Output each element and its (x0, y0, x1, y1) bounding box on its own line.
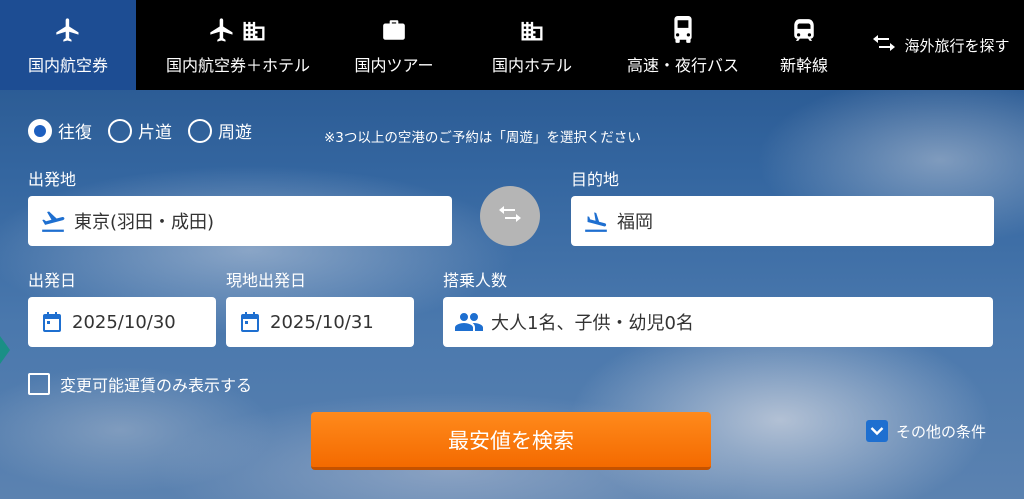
radio-label: 周遊 (218, 123, 252, 143)
tab-label: 国内航空券 (27, 56, 108, 75)
tab-shinkansen[interactable]: 新幹線 (750, 0, 858, 90)
destination-label: 目的地 (571, 170, 620, 189)
departure-date-label: 出発日 (28, 271, 77, 290)
landing-icon (583, 209, 609, 233)
destination-input[interactable]: 福岡 (571, 196, 994, 246)
suitcase-icon (381, 14, 407, 46)
tab-domestic-flights[interactable]: 国内航空券 (0, 0, 136, 90)
people-icon (455, 311, 483, 333)
departure-date-input[interactable]: 2025/10/30 (28, 297, 216, 347)
swap-arrows-icon (498, 204, 522, 228)
tab-label: 国内ツアー (354, 56, 434, 75)
departure-input[interactable]: 東京(羽田・成田) (28, 196, 452, 246)
swap-route-button[interactable] (480, 186, 540, 246)
train-icon (791, 14, 817, 46)
calendar-icon (238, 310, 262, 334)
departure-date-value: 2025/10/30 (72, 311, 176, 333)
hotel-icon (518, 14, 546, 46)
chevron-down-icon (866, 420, 888, 442)
return-date-input[interactable]: 2025/10/31 (226, 297, 414, 347)
tab-label: 国内航空券＋ホテル (165, 56, 310, 75)
tab-flight-hotel[interactable]: 国内航空券＋ホテル (136, 0, 340, 90)
radio-multi-city[interactable]: 周遊 (188, 118, 252, 143)
tab-highway-bus[interactable]: 高速・夜行バス (616, 0, 750, 90)
return-date-label: 現地出発日 (226, 271, 307, 290)
radio-circle (28, 118, 52, 143)
changeable-fare-checkbox[interactable] (28, 373, 50, 395)
passengers-input[interactable]: 大人1名、子供・幼児0名 (443, 297, 993, 347)
return-date-value: 2025/10/31 (270, 311, 374, 333)
tab-label: 新幹線 (779, 56, 828, 75)
radio-circle (108, 118, 132, 143)
multi-city-note: ※3つ以上の空港のご予約は「周遊」を選択ください (324, 130, 641, 146)
more-conditions-label: その他の条件 (896, 422, 987, 441)
radio-round-trip[interactable]: 往復 (28, 118, 92, 143)
overseas-travel-link[interactable]: 海外旅行を探す (858, 0, 1024, 90)
departure-label: 出発地 (28, 170, 77, 189)
tab-domestic-hotels[interactable]: 国内ホテル (448, 0, 616, 90)
tab-label: 国内ホテル (491, 56, 572, 75)
tab-domestic-tours[interactable]: 国内ツアー (340, 0, 448, 90)
tab-label: 高速・夜行バス (626, 56, 739, 75)
airplane-hotel-icon (208, 14, 268, 46)
edge-arrow-decoration (0, 336, 10, 368)
overseas-label: 海外旅行を探す (904, 36, 1010, 55)
passengers-value: 大人1名、子供・幼児0名 (491, 313, 694, 334)
passengers-label: 搭乗人数 (443, 271, 508, 290)
calendar-icon (40, 310, 64, 334)
more-conditions-toggle[interactable]: その他の条件 (866, 420, 986, 442)
changeable-fare-option[interactable]: 変更可能運賃のみ表示する (28, 372, 252, 396)
radio-circle (188, 118, 212, 143)
changeable-fare-label: 変更可能運賃のみ表示する (60, 376, 253, 395)
destination-value: 福岡 (617, 212, 653, 233)
search-cheapest-button[interactable]: 最安値を検索 (311, 412, 711, 470)
airplane-icon (54, 14, 82, 46)
radio-label: 往復 (58, 123, 92, 143)
trip-type-group: 往復 片道 周遊 (28, 118, 268, 143)
top-nav: 国内航空券 国内航空券＋ホテル 国内ツアー 国内ホテル 高速・夜行バス 新幹線 (0, 0, 1024, 90)
takeoff-icon (40, 209, 66, 233)
departure-value: 東京(羽田・成田) (74, 212, 215, 233)
swap-arrows-icon (872, 33, 896, 57)
bus-icon (670, 14, 696, 46)
radio-one-way[interactable]: 片道 (108, 118, 172, 143)
radio-label: 片道 (138, 123, 172, 143)
